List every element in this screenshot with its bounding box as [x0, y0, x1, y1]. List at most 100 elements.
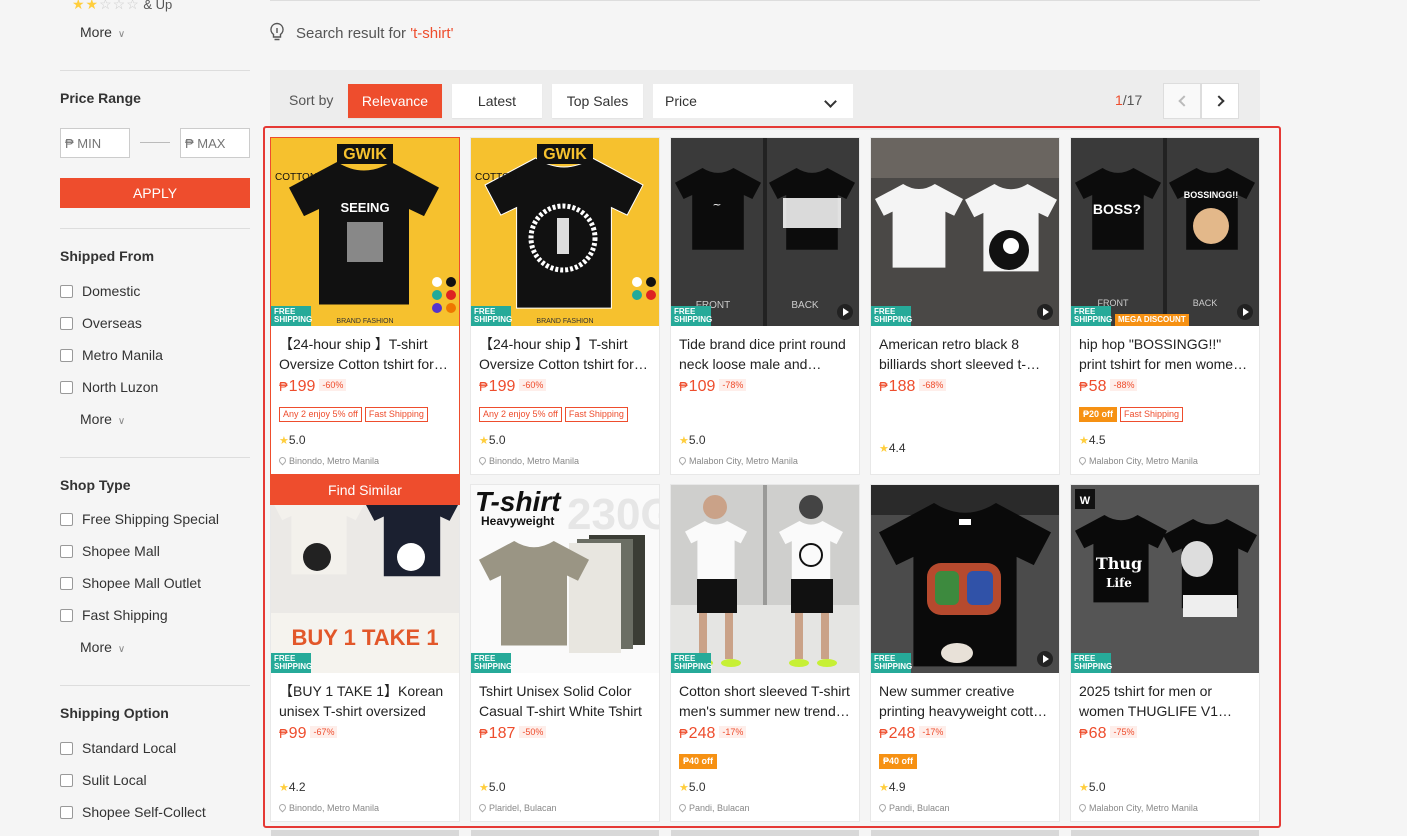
product-card[interactable]: GWIK SEEING COTTON BRAND FASHION FREE SHIPPIN… — [270, 137, 460, 505]
product-image[interactable]: BOSS? BOSSINGG!! FRONT BACK FREE SHIPPING MEGA… — [1071, 138, 1259, 326]
prev-page-button[interactable] — [1163, 83, 1201, 119]
discount-badge: -60% — [319, 379, 347, 391]
checkbox-standard-local[interactable]: Standard Local — [60, 740, 176, 756]
product-card[interactable]: BUY 1 TAKE 1 FREE SHIPPING 【BUY 1 TAKE 1】Ko… — [270, 484, 460, 822]
promo-tag: Fast Shipping — [564, 407, 628, 422]
checkbox-metro-manila[interactable]: Metro Manila — [60, 347, 163, 363]
shipping-option-title: Shipping Option — [60, 705, 169, 721]
checkbox-box[interactable] — [60, 545, 73, 558]
video-play-icon[interactable] — [1237, 304, 1253, 320]
promo-tags: Any 2 enjoy 5% off Fast Shipping — [279, 404, 431, 422]
product-image[interactable]: FREE SHIPPING — [871, 138, 1059, 326]
product-rating: ★4.2 — [279, 780, 306, 794]
location-pin-icon — [1077, 802, 1088, 813]
shop-type-title: Shop Type — [60, 477, 131, 493]
chevron-down-icon — [824, 95, 837, 108]
shipped-from-more-link[interactable]: More ∨ — [80, 411, 125, 427]
chevron-right-icon — [1213, 95, 1225, 107]
sort-relevance-button[interactable]: Relevance — [348, 84, 442, 118]
img-text: BOSS? — [1093, 201, 1141, 217]
checkbox-shopee-self-collect[interactable]: Shopee Self-Collect — [60, 804, 206, 820]
product-image[interactable]: GWIK COTTON BRAND FASHION FREE SHIPPING — [471, 138, 659, 326]
price-min-input[interactable] — [60, 128, 130, 158]
checkbox-box[interactable] — [60, 381, 73, 394]
checkbox-box[interactable] — [60, 513, 73, 526]
free-shipping-badge: FREE SHIPPING — [671, 306, 712, 326]
checkbox-box[interactable] — [60, 577, 73, 590]
checkbox-box[interactable] — [60, 806, 73, 819]
rating-filter-2-up[interactable]: ★★☆☆☆ & Up — [72, 0, 172, 13]
star-icon: ★ — [879, 443, 889, 455]
product-card[interactable]: W Thug Life FREE SHIPPING 2025 tshirt for men… — [1070, 484, 1260, 822]
product-rating: ★4.5 — [1079, 433, 1106, 447]
product-rating: ★5.0 — [679, 433, 706, 447]
sort-latest-button[interactable]: Latest — [452, 84, 542, 118]
checkbox-shopee-mall-outlet[interactable]: Shopee Mall Outlet — [60, 575, 201, 591]
product-title: New summer creative printing heavyweight… — [879, 683, 1049, 719]
sort-top-sales-button[interactable]: Top Sales — [552, 84, 643, 118]
product-title: Tide brand dice print round neck loose m… — [679, 336, 846, 372]
product-card[interactable]: FREE SHIPPING New summer creative printing… — [870, 484, 1060, 822]
checkbox-shopee-mall[interactable]: Shopee Mall — [60, 543, 160, 559]
checkbox-free-shipping-special[interactable]: Free Shipping Special — [60, 511, 219, 527]
next-page-button[interactable] — [1201, 83, 1239, 119]
location-pin-icon — [877, 802, 888, 813]
product-card-partial[interactable] — [471, 830, 659, 836]
price-max-input[interactable] — [180, 128, 250, 158]
product-card[interactable]: GWIK COTTON BRAND FASHION FREE SHIPPING 【24-h… — [470, 137, 660, 475]
star-icon: ★★ — [72, 0, 100, 12]
product-card-partial[interactable] — [871, 830, 1059, 836]
star-empty-icon: ☆☆☆ — [99, 0, 140, 12]
checkbox-box[interactable] — [60, 317, 73, 330]
product-card-partial[interactable] — [671, 830, 859, 836]
shop-type-more-link[interactable]: More ∨ — [80, 639, 125, 655]
checkbox-fast-shipping[interactable]: Fast Shipping — [60, 607, 168, 623]
promo-tag: Fast Shipping — [1120, 407, 1184, 422]
product-image[interactable]: ~ FRONT BACK FREE SHIPPING — [671, 138, 859, 326]
discount-badge: -88% — [1110, 379, 1138, 391]
shipped-from-title: Shipped From — [60, 248, 155, 264]
product-card-partial[interactable] — [1071, 830, 1259, 836]
checkbox-north-luzon[interactable]: North Luzon — [60, 379, 158, 395]
discount-badge: -67% — [310, 726, 338, 738]
product-image[interactable]: FREE SHIPPING — [871, 485, 1059, 673]
chevron-left-icon — [1178, 95, 1190, 107]
svg-text:~: ~ — [712, 198, 721, 211]
img-text: BRAND FASHION — [336, 318, 393, 325]
product-image[interactable]: GWIK SEEING COTTON BRAND FASHION FREE SHIPPIN… — [271, 138, 459, 326]
promo-tags: Any 2 enjoy 5% off Fast Shipping — [479, 404, 631, 422]
checkbox-box[interactable] — [60, 742, 73, 755]
checkbox-overseas[interactable]: Overseas — [60, 315, 142, 331]
location-pin-icon — [477, 455, 488, 466]
sort-price-dropdown[interactable]: Price — [653, 84, 853, 118]
product-rating: ★5.0 — [679, 780, 706, 794]
checkbox-box[interactable] — [60, 349, 73, 362]
product-card[interactable]: BOSS? BOSSINGG!! FRONT BACK FREE SHIPPING MEGA… — [1070, 137, 1260, 475]
product-card[interactable]: T-shirtHeavyweight 230G FREESHIPPING Tshirt… — [470, 484, 660, 822]
product-photo — [671, 485, 859, 673]
img-text: COTTON — [275, 172, 317, 183]
product-card[interactable]: FREE SHIPPING Cotton short sleeved T-shirt… — [670, 484, 860, 822]
checkbox-sulit-local[interactable]: Sulit Local — [60, 772, 147, 788]
product-image[interactable]: W Thug Life FREE SHIPPING — [1071, 485, 1259, 673]
video-play-icon[interactable] — [837, 304, 853, 320]
video-play-icon[interactable] — [1037, 304, 1053, 320]
free-shipping-badge: FREE SHIPPING — [471, 306, 512, 326]
product-card-partial[interactable] — [271, 830, 459, 836]
rating-more-link[interactable]: More ∨ — [80, 24, 125, 40]
product-card[interactable]: ~ FRONT BACK FREE SHIPPING Tide brand dice pr… — [670, 137, 860, 475]
product-card[interactable]: FREE SHIPPING American retro black 8 billi… — [870, 137, 1060, 475]
checkbox-box[interactable] — [60, 609, 73, 622]
price-range-title: Price Range — [60, 90, 141, 106]
product-image[interactable]: BUY 1 TAKE 1 FREE SHIPPING — [271, 485, 459, 673]
video-play-icon[interactable] — [1037, 651, 1053, 667]
checkbox-domestic[interactable]: Domestic — [60, 283, 140, 299]
checkbox-box[interactable] — [60, 774, 73, 787]
checkbox-box[interactable] — [60, 285, 73, 298]
find-similar-button[interactable]: Find Similar — [270, 475, 460, 505]
apply-price-button[interactable]: APPLY — [60, 178, 250, 208]
product-rating: ★4.9 — [879, 780, 906, 794]
product-image[interactable]: T-shirtHeavyweight 230G FREESHIPPING — [471, 485, 659, 673]
star-icon: ★ — [479, 435, 489, 447]
product-image[interactable]: FREE SHIPPING — [671, 485, 859, 673]
